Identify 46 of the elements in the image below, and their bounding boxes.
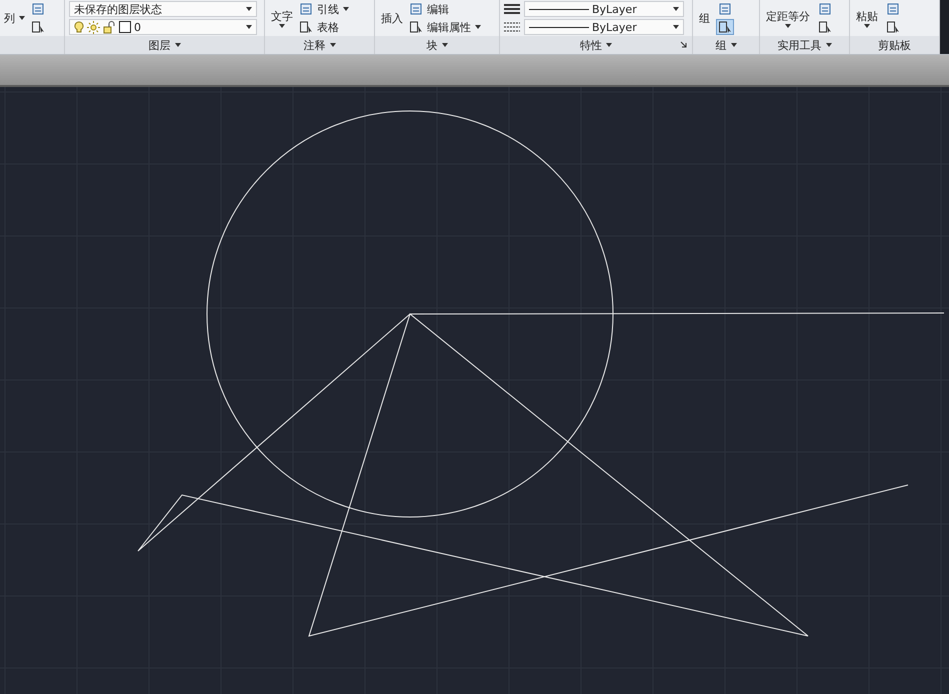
linetype-icon: [504, 21, 520, 33]
sun-icon: [87, 20, 100, 34]
panel-title[interactable]: 剪贴板: [878, 38, 911, 52]
ribbon-button[interactable]: 编辑: [409, 1, 481, 17]
ribbon-button[interactable]: 组: [697, 10, 712, 26]
ribbon-button[interactable]: 粘贴: [854, 8, 880, 28]
panel-title[interactable]: 注释: [304, 38, 336, 52]
ribbon-button[interactable]: 插入: [379, 10, 405, 26]
tool-icon: [886, 2, 900, 16]
tool-button[interactable]: [884, 19, 902, 35]
tool-icon: [31, 20, 45, 34]
tool-icon: [299, 20, 313, 34]
tool-icon: [886, 20, 900, 34]
panel-title[interactable]: 图层: [148, 38, 180, 52]
layer-state-dropdown[interactable]: 未保存的图层状态: [69, 1, 257, 17]
tool-icon: [818, 2, 832, 16]
bulb-icon: [74, 20, 84, 34]
tool-icon: [718, 2, 732, 16]
ribbon-button[interactable]: 表格: [299, 19, 349, 35]
panel-title[interactable]: 块: [426, 38, 448, 52]
panel-title[interactable]: 组: [716, 38, 736, 52]
tool-button[interactable]: [816, 19, 834, 35]
tool-icon: [299, 2, 313, 16]
property-dropdown[interactable]: ByLayer: [524, 19, 684, 35]
tool-icon: [409, 2, 423, 16]
tool-icon: [31, 2, 45, 16]
window-edge: [940, 0, 949, 54]
ribbon-button[interactable]: 列: [4, 10, 25, 26]
ribbon-button[interactable]: 编辑属性: [409, 19, 481, 35]
ribbon-button[interactable]: 文字: [269, 8, 295, 28]
tool-icon: [409, 20, 423, 34]
layer-dropdown[interactable]: 0: [69, 19, 257, 35]
tool-button[interactable]: [29, 19, 47, 35]
panel-title[interactable]: 实用工具: [778, 38, 832, 52]
tool-button[interactable]: [716, 19, 734, 35]
color-swatch-icon: [119, 21, 131, 33]
panel-title[interactable]: 特性: [580, 38, 612, 52]
ribbon-button[interactable]: 引线: [299, 1, 349, 17]
layer-name: 0: [134, 20, 141, 34]
property-dropdown[interactable]: ByLayer: [524, 1, 684, 17]
tool-icon: [718, 20, 732, 34]
dialog-launcher-icon[interactable]: [680, 41, 688, 49]
tool-icon: [818, 20, 832, 34]
unlocked-padlock-icon: [103, 20, 116, 34]
ribbon-button[interactable]: 定距等分: [764, 8, 812, 28]
lineweight-icon: [504, 3, 520, 15]
